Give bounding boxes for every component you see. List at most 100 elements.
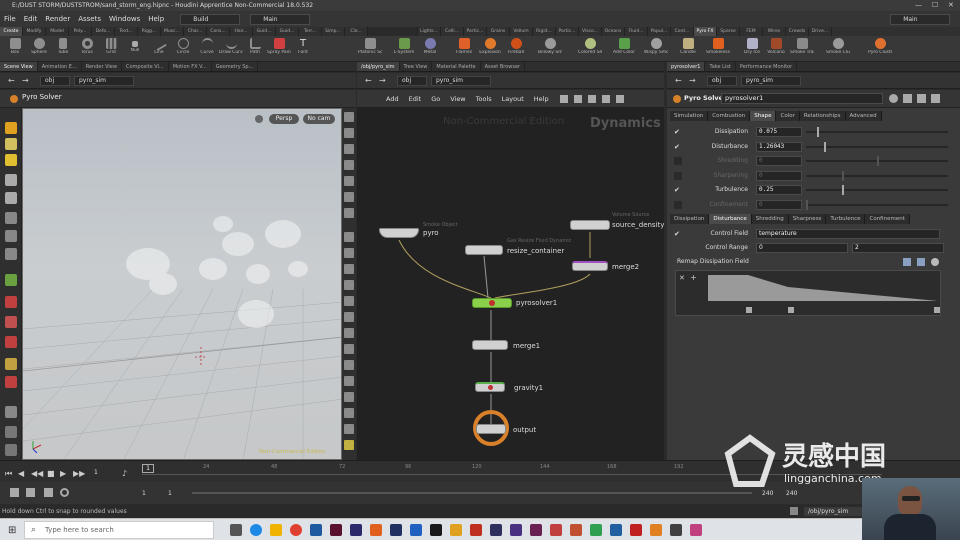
app-icon[interactable] — [490, 524, 502, 536]
shelf-tab[interactable]: Wires — [763, 27, 786, 36]
gear-icon[interactable] — [5, 406, 17, 418]
net-menu-help[interactable]: Help — [529, 95, 554, 103]
tab-composite-view[interactable]: Composite Vi... — [122, 62, 169, 71]
ramp-key-icon[interactable] — [934, 307, 940, 313]
options-icon[interactable] — [931, 94, 940, 103]
shelf-tab[interactable]: Poly... — [69, 27, 92, 36]
shelf-tab[interactable]: Cons... — [207, 27, 230, 36]
camera-select-menu[interactable]: No cam — [303, 114, 335, 124]
shelf-tab[interactable]: Clo... — [345, 27, 368, 36]
tool-dry-ice[interactable]: Dry Ice — [740, 36, 764, 62]
param-slider-knob[interactable] — [824, 141, 827, 152]
net-menu-layout[interactable]: Layout — [497, 95, 529, 103]
forward-arrow-icon[interactable]: → — [22, 76, 29, 86]
net-tool-icon[interactable] — [573, 94, 582, 103]
camera-perspective-menu[interactable]: Persp — [269, 114, 299, 124]
menu-assets[interactable]: Assets — [74, 15, 105, 23]
path-node[interactable]: pyro_sim — [431, 76, 491, 86]
node-source-density[interactable] — [570, 220, 610, 230]
stop-icon[interactable]: ■ — [47, 469, 55, 478]
display-option-icon[interactable] — [344, 344, 354, 354]
ramp-key-icon[interactable] — [788, 307, 794, 313]
display-option-icon[interactable] — [344, 408, 354, 418]
tab-network-editor[interactable]: /obj/pyro_sim — [357, 62, 400, 71]
main-right-dropdown[interactable]: Main — [890, 13, 951, 25]
network-editor[interactable]: Non-Commercial Edition Dynamics Smoke Ob… — [357, 108, 664, 460]
shelf-tab[interactable]: FEM — [740, 27, 763, 36]
control-range-min[interactable]: 0 — [756, 243, 848, 253]
windows-start-icon[interactable]: ⊞ — [8, 525, 16, 536]
audio-icon[interactable]: ♪ — [122, 469, 127, 478]
tab-shape[interactable]: Shape — [750, 111, 777, 121]
node-pyro[interactable] — [379, 228, 419, 238]
shelf-tab[interactable]: Drive... — [809, 27, 832, 36]
jump-start-icon[interactable]: ⏮ — [5, 469, 12, 479]
magnet-icon[interactable] — [5, 336, 17, 348]
tab-dissipation[interactable]: Dissipation — [670, 214, 710, 224]
play-reverse-icon[interactable]: ◀ — [18, 469, 24, 478]
grid-display-icon[interactable] — [5, 444, 17, 456]
range-start[interactable]: 1 — [142, 490, 146, 497]
param-value-field[interactable]: 0 — [756, 199, 802, 210]
tab-performance-monitor[interactable]: Performance Monitor — [736, 62, 798, 71]
lasso-icon[interactable] — [5, 316, 17, 328]
shelf-tab[interactable]: Guid... — [276, 27, 299, 36]
rotate-tool-icon[interactable] — [5, 154, 17, 166]
shelf-tab[interactable]: Char... — [184, 27, 207, 36]
app-icon[interactable] — [510, 524, 522, 536]
tab-confinement[interactable]: Confinement — [865, 214, 910, 224]
display-option-icon[interactable] — [344, 144, 354, 154]
forward-arrow-icon[interactable]: → — [689, 76, 696, 86]
edge-icon[interactable] — [250, 524, 262, 536]
tool-add-color[interactable]: Add Color — [612, 36, 636, 62]
net-menu-tools[interactable]: Tools — [471, 95, 497, 103]
param-slider-track[interactable] — [806, 203, 948, 206]
tool-draw-curve[interactable]: Draw Curve — [219, 36, 243, 62]
net-tool-icon[interactable] — [587, 94, 596, 103]
menu-render[interactable]: Render — [41, 15, 74, 23]
app-icon[interactable] — [650, 524, 662, 536]
shelf-tab[interactable]: Simp... — [322, 27, 345, 36]
shelf-tab[interactable]: Oceans — [602, 27, 625, 36]
back-arrow-icon[interactable]: ← — [675, 76, 682, 86]
tool-explosion[interactable]: Explosion — [478, 36, 502, 62]
shelf-tab[interactable]: Defo... — [92, 27, 115, 36]
shelf-tab[interactable]: Rigid... — [533, 27, 556, 36]
app-icon[interactable] — [370, 524, 382, 536]
tool-fireball[interactable]: Fireball — [504, 36, 528, 62]
prev-frame-icon[interactable]: ◀◀ — [31, 469, 43, 478]
shelf-tab[interactable]: Vellum — [510, 27, 533, 36]
node-gravity1[interactable] — [475, 382, 505, 392]
main-desktop-dropdown[interactable]: Main — [250, 13, 311, 25]
shelf-tab[interactable]: Lights... — [418, 27, 441, 36]
param-value-field[interactable]: 1.26043 — [756, 141, 802, 152]
shelf-tab[interactable]: Model — [46, 27, 69, 36]
shelf-tab[interactable]: Guid... — [253, 27, 276, 36]
tool-sphere[interactable]: Sphere — [27, 36, 51, 62]
keyframe-icon[interactable] — [10, 488, 19, 497]
close-button[interactable]: ✕ — [948, 0, 954, 11]
tool-billowy-smoke[interactable]: Billowy Smoke — [538, 36, 562, 62]
tab-take-list[interactable]: Take List — [705, 62, 736, 71]
tool-flames[interactable]: Flames — [452, 36, 476, 62]
param-value-field[interactable]: 0.25 — [756, 185, 802, 195]
tool-curve[interactable]: Curve — [195, 36, 219, 62]
pointer-icon[interactable] — [5, 174, 17, 186]
ramp-add-icon[interactable]: + — [690, 273, 697, 282]
tool-colored-smoke[interactable]: Colored Smoke — [578, 36, 602, 62]
display-option-icon[interactable] — [344, 440, 354, 450]
display-option-icon[interactable] — [344, 328, 354, 338]
scope-icon[interactable] — [44, 488, 53, 497]
display-option-icon[interactable] — [344, 280, 354, 290]
camera-icon[interactable] — [5, 212, 17, 224]
menu-help[interactable]: Help — [144, 15, 168, 23]
tab-relationships[interactable]: Relationships — [799, 111, 846, 121]
app-icon[interactable] — [390, 524, 402, 536]
display-option-icon[interactable] — [344, 376, 354, 386]
app-icon[interactable] — [430, 524, 442, 536]
display-icon[interactable] — [5, 426, 17, 438]
shelf-tab[interactable]: Modify — [23, 27, 46, 36]
tab-geometry-spreadsheet[interactable]: Geometry Sp... — [212, 62, 259, 71]
snap-icon[interactable] — [5, 296, 17, 308]
tool-grid[interactable]: Grid — [99, 36, 123, 62]
